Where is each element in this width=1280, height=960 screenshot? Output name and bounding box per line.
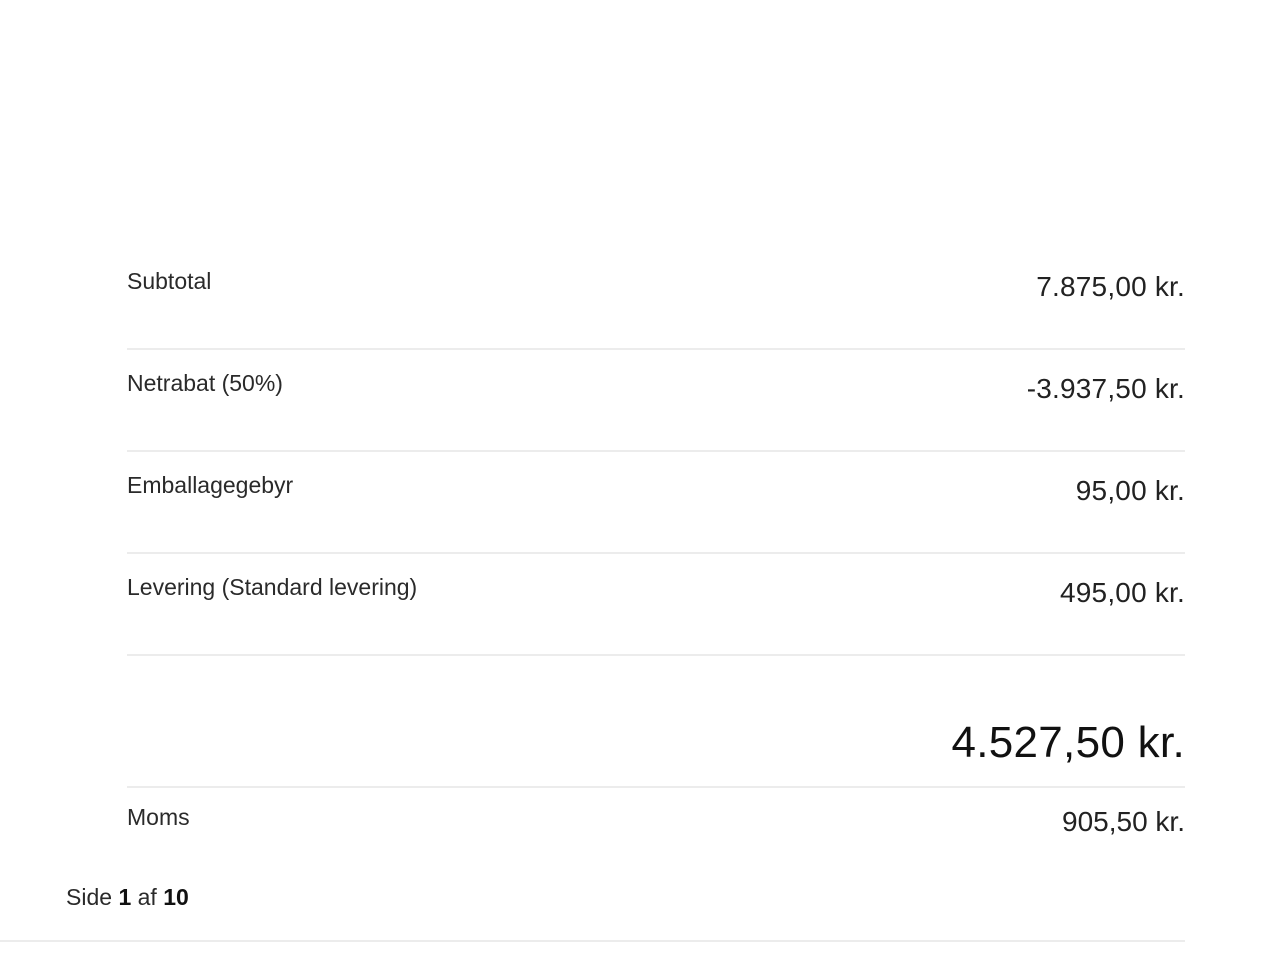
discount-label: Netrabat (50%) — [127, 370, 283, 396]
summary-row-total: 4.527,50 kr. — [127, 656, 1185, 788]
order-totals: Subtotal 7.875,00 kr. Netrabat (50%) -3.… — [127, 248, 1185, 858]
page-indicator-prefix: Side — [66, 884, 113, 910]
summary-row-subtotal: Subtotal 7.875,00 kr. — [127, 248, 1185, 350]
page-indicator-separator: af — [137, 884, 157, 910]
summary-row-packaging-fee: Emballagegebyr 95,00 kr. — [127, 452, 1185, 554]
order-summary-page: Subtotal 7.875,00 kr. Netrabat (50%) -3.… — [0, 0, 1280, 960]
packaging-fee-value: 95,00 kr. — [1075, 475, 1185, 506]
delivery-label: Levering (Standard levering) — [127, 574, 418, 600]
vat-value: 905,50 kr. — [1062, 806, 1185, 837]
vat-label: Moms — [127, 804, 190, 830]
subtotal-value: 7.875,00 kr. — [1036, 271, 1185, 302]
summary-row-discount: Netrabat (50%) -3.937,50 kr. — [127, 350, 1185, 452]
packaging-fee-label: Emballagegebyr — [127, 472, 294, 498]
page-indicator: Side 1 af 10 — [66, 884, 189, 911]
summary-row-vat: Moms 905,50 kr. — [127, 788, 1185, 858]
subtotal-label: Subtotal — [127, 268, 212, 294]
summary-row-delivery: Levering (Standard levering) 495,00 kr. — [127, 554, 1185, 656]
current-page-number: 1 — [118, 884, 132, 910]
grand-total-value: 4.527,50 kr. — [951, 718, 1185, 767]
delivery-value: 495,00 kr. — [1060, 577, 1185, 608]
discount-value: -3.937,50 kr. — [1026, 373, 1185, 404]
total-pages-number: 10 — [163, 884, 189, 910]
footer-divider — [0, 940, 1185, 942]
